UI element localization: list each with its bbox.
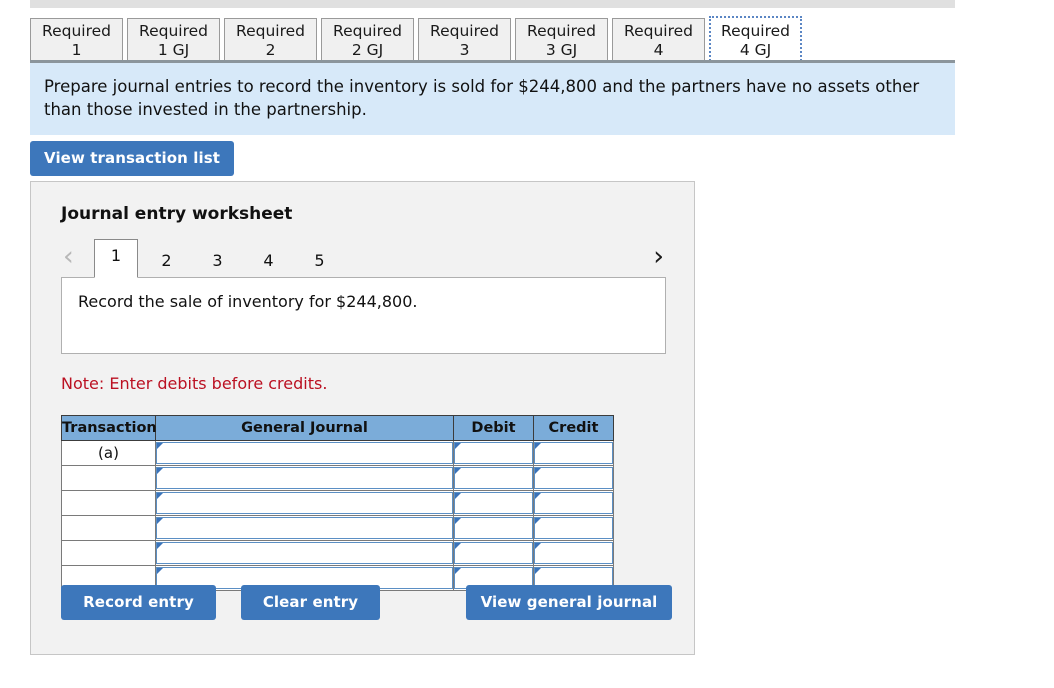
requirement-tab-2[interactable]: Required 1 GJ xyxy=(127,18,220,61)
credit-input-cell xyxy=(533,490,614,516)
worksheet-pager: ‹ 12345 › xyxy=(61,239,666,278)
debits-before-credits-note: Note: Enter debits before credits. xyxy=(61,374,328,393)
debit-input[interactable] xyxy=(454,492,533,514)
journal-entry-worksheet-panel: Journal entry worksheet ‹ 12345 › Record… xyxy=(30,181,695,655)
general-journal-input[interactable] xyxy=(156,492,453,514)
view-general-journal-button[interactable]: View general journal xyxy=(466,585,672,620)
general-journal-input[interactable] xyxy=(156,542,453,564)
worksheet-title: Journal entry worksheet xyxy=(61,204,293,224)
credit-input-cell xyxy=(533,465,614,491)
debit-input-cell xyxy=(453,490,534,516)
general-journal-input-cell xyxy=(155,515,454,541)
column-header-debit: Debit xyxy=(453,415,534,441)
column-header-general-journal: General Journal xyxy=(155,415,454,441)
requirement-tab-8[interactable]: Required 4 GJ xyxy=(709,16,802,61)
requirement-tab-1[interactable]: Required 1 xyxy=(30,18,123,61)
general-journal-input[interactable] xyxy=(156,442,453,464)
worksheet-page-4[interactable]: 4 xyxy=(252,246,285,278)
debit-input-cell xyxy=(453,540,534,566)
general-journal-input[interactable] xyxy=(156,517,453,539)
general-journal-input-cell xyxy=(155,465,454,491)
requirement-tab-3[interactable]: Required 2 xyxy=(224,18,317,61)
table-body: (a) xyxy=(61,440,614,591)
credit-input-cell xyxy=(533,440,614,466)
requirement-tab-7[interactable]: Required 4 xyxy=(612,18,705,61)
credit-input-cell xyxy=(533,540,614,566)
general-journal-input-cell xyxy=(155,540,454,566)
worksheet-page-3[interactable]: 3 xyxy=(201,246,234,278)
transaction-cell xyxy=(61,540,156,566)
debit-input-cell xyxy=(453,515,534,541)
transaction-cell xyxy=(61,490,156,516)
general-journal-input-cell xyxy=(155,490,454,516)
transaction-cell: (a) xyxy=(61,440,156,466)
table-row xyxy=(61,515,614,541)
debit-input[interactable] xyxy=(454,542,533,564)
top-gray-rail xyxy=(30,0,955,8)
debit-input-cell xyxy=(453,465,534,491)
worksheet-page-2[interactable]: 2 xyxy=(150,246,183,278)
clear-entry-button[interactable]: Clear entry xyxy=(241,585,380,620)
worksheet-page-5[interactable]: 5 xyxy=(303,246,336,278)
view-transaction-list-button[interactable]: View transaction list xyxy=(30,141,235,176)
general-journal-table: Transaction General Journal Debit Credit (a… xyxy=(61,415,614,591)
credit-input[interactable] xyxy=(534,442,613,464)
column-header-credit: Credit xyxy=(533,415,614,441)
credit-input-cell xyxy=(533,515,614,541)
entry-description-box: Record the sale of inventory for $244,80… xyxy=(61,277,666,354)
table-header: Transaction General Journal Debit Credit xyxy=(61,415,614,441)
column-header-transaction: Transaction xyxy=(61,415,157,441)
instructions-panel: Prepare journal entries to record the in… xyxy=(30,63,955,135)
requirement-tab-5[interactable]: Required 3 xyxy=(418,18,511,61)
debit-input[interactable] xyxy=(454,467,533,489)
worksheet-footer-buttons: Record entry Clear entry View general jo… xyxy=(61,585,672,620)
transaction-cell xyxy=(61,465,156,491)
table-header-row: Transaction General Journal Debit Credit xyxy=(61,415,614,441)
record-entry-button[interactable]: Record entry xyxy=(61,585,216,620)
general-journal-input[interactable] xyxy=(156,467,453,489)
table-row: (a) xyxy=(61,440,614,466)
general-journal-input-cell xyxy=(155,440,454,466)
requirement-tab-strip: Required 1 Required 1 GJ Required 2 Require… xyxy=(30,16,955,61)
worksheet-page-1[interactable]: 1 xyxy=(94,239,138,278)
table-row xyxy=(61,540,614,566)
requirement-tab-6[interactable]: Required 3 GJ xyxy=(515,18,608,61)
chevron-right-icon[interactable]: › xyxy=(653,242,664,272)
debit-input[interactable] xyxy=(454,442,533,464)
credit-input[interactable] xyxy=(534,467,613,489)
table-row xyxy=(61,465,614,491)
credit-input[interactable] xyxy=(534,492,613,514)
requirement-tab-4[interactable]: Required 2 GJ xyxy=(321,18,414,61)
transaction-cell xyxy=(61,515,156,541)
debit-input[interactable] xyxy=(454,517,533,539)
credit-input[interactable] xyxy=(534,517,613,539)
pager-page-list: 12345 xyxy=(94,239,354,278)
debit-input-cell xyxy=(453,440,534,466)
view-transaction-list-container: View transaction list xyxy=(30,141,235,176)
page-root: Required 1 Required 1 GJ Required 2 Require… xyxy=(0,0,1054,688)
table-row xyxy=(61,490,614,516)
credit-input[interactable] xyxy=(534,542,613,564)
chevron-left-icon[interactable]: ‹ xyxy=(63,242,74,272)
